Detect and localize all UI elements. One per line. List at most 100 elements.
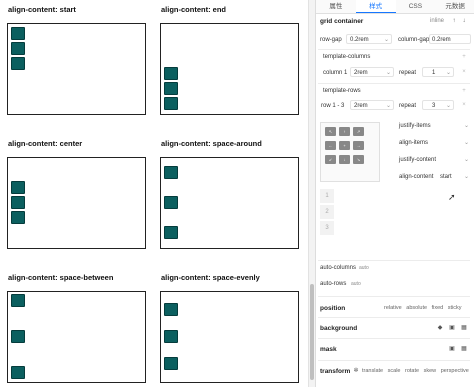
row-number: 1 xyxy=(320,189,334,203)
row-repeat-field[interactable]: 3 ⌄ xyxy=(422,100,454,110)
gradient-icon[interactable]: ▦ xyxy=(460,345,468,353)
fill-icon[interactable]: ◆ xyxy=(436,324,444,332)
align-cell[interactable]: ↖ xyxy=(325,127,336,136)
transform-perspective[interactable]: perspective xyxy=(441,368,469,374)
grid-container-title: grid container xyxy=(320,18,364,25)
position-sticky[interactable]: sticky xyxy=(448,305,462,311)
divider xyxy=(318,83,470,84)
chevron-down-icon: ⌄ xyxy=(445,70,451,76)
transform-translate[interactable]: translate xyxy=(362,368,383,374)
divider xyxy=(318,338,470,339)
grid-cell xyxy=(164,330,178,343)
arrow-up-icon[interactable]: ↑ xyxy=(450,17,458,25)
add-icon[interactable]: + xyxy=(460,87,468,95)
chevron-down-icon[interactable]: ⌄ xyxy=(464,139,469,146)
close-icon[interactable]: × xyxy=(460,101,468,109)
tab-style[interactable]: 样式 xyxy=(355,0,396,13)
position-fixed[interactable]: fixed xyxy=(432,305,444,311)
add-icon[interactable]: + xyxy=(460,53,468,61)
divider xyxy=(318,317,470,318)
align-items-label[interactable]: align-items xyxy=(399,140,428,146)
display-value[interactable]: inline xyxy=(430,18,444,24)
align-cell[interactable]: ↙ xyxy=(325,155,336,164)
justify-items-label[interactable]: justify-items xyxy=(399,123,431,129)
grid-cell xyxy=(11,196,25,209)
row-gap-field[interactable]: 0.2rem ⌄ xyxy=(346,34,392,44)
demo-title-space-between: align-content: space-between xyxy=(8,273,114,282)
grid-demo-center[interactable] xyxy=(7,157,146,249)
align-cell[interactable]: ↗ xyxy=(353,127,364,136)
divider xyxy=(318,296,470,297)
column-repeat-field[interactable]: 1 ⌄ xyxy=(422,67,454,77)
grid-cell xyxy=(164,67,178,80)
transform-skew[interactable]: skew xyxy=(424,368,437,374)
grid-cell xyxy=(164,357,178,370)
scrollbar-thumb[interactable] xyxy=(310,284,314,380)
grid-cell xyxy=(164,82,178,95)
column-1-label: column 1 xyxy=(323,70,348,76)
grid-cell xyxy=(11,211,25,224)
align-cell[interactable]: → xyxy=(353,141,364,150)
align-content-label: align-content xyxy=(399,174,434,180)
arrow-down-icon[interactable]: ↓ xyxy=(460,17,468,25)
grid-demo-space-between[interactable] xyxy=(7,291,146,383)
grid-cell xyxy=(11,366,25,379)
image-icon[interactable]: ▣ xyxy=(448,345,456,353)
chevron-down-icon[interactable]: ⌄ xyxy=(464,122,469,129)
chevron-down-icon[interactable]: ⌄ xyxy=(464,173,469,180)
divider xyxy=(318,260,470,261)
position-label: position xyxy=(320,305,346,312)
image-icon[interactable]: ▣ xyxy=(448,324,456,332)
auto-rows-value[interactable]: auto xyxy=(351,281,361,287)
chevron-down-icon[interactable]: ⌄ xyxy=(464,156,469,163)
grid-cell xyxy=(11,57,25,70)
chevron-down-icon: ⌄ xyxy=(383,37,389,43)
alignment-picker[interactable]: ↖ ↑ ↗ ← + → ↙ ↓ ↘ xyxy=(320,122,380,182)
align-cell[interactable]: ↑ xyxy=(339,127,350,136)
grid-cell xyxy=(164,226,178,239)
settings-icon[interactable]: ✲ xyxy=(352,367,360,375)
preview-canvas: align-content: start align-content: end … xyxy=(0,0,308,387)
tab-properties[interactable]: 属性 xyxy=(316,0,356,13)
tab-metadata[interactable]: 元数据 xyxy=(435,0,474,13)
position-options: relative absolute fixed sticky xyxy=(384,305,465,311)
column-gap-label: column-gap xyxy=(398,37,430,43)
column-repeat-value: 1 xyxy=(432,69,436,76)
auto-columns-label: auto-columns xyxy=(320,265,357,271)
position-absolute[interactable]: absolute xyxy=(406,305,427,311)
transform-rotate[interactable]: rotate xyxy=(405,368,419,374)
position-relative[interactable]: relative xyxy=(384,305,402,311)
grid-demo-end[interactable] xyxy=(160,23,299,115)
column-1-size-value: 2rem xyxy=(354,69,368,76)
gradient-icon[interactable]: ▦ xyxy=(460,324,468,332)
row-gap-value: 0.2rem xyxy=(350,36,369,43)
template-columns-title: template-columns xyxy=(323,54,371,60)
background-label: background xyxy=(320,325,358,332)
auto-columns-value[interactable]: auto xyxy=(359,265,369,271)
grid-demo-start[interactable] xyxy=(7,23,146,115)
grid-cell xyxy=(11,330,25,343)
row-size-field[interactable]: 2rem ⌄ xyxy=(350,100,394,110)
grid-demo-space-around[interactable] xyxy=(160,157,299,249)
align-cell[interactable]: ← xyxy=(325,141,336,150)
column-1-size-field[interactable]: 2rem ⌄ xyxy=(350,67,394,77)
close-icon[interactable]: × xyxy=(460,68,468,76)
transform-scale[interactable]: scale xyxy=(388,368,401,374)
transform-label: transform xyxy=(320,368,351,375)
align-cell[interactable]: ↘ xyxy=(353,155,364,164)
transform-options: translate scale rotate skew perspective xyxy=(362,368,472,374)
chevron-down-icon: ⌄ xyxy=(385,103,391,109)
grid-demo-space-evenly[interactable] xyxy=(160,291,299,383)
demo-title-end: align-content: end xyxy=(161,5,226,14)
justify-content-label[interactable]: justify-content xyxy=(399,157,436,163)
tab-css[interactable]: CSS xyxy=(396,0,436,13)
align-content-value[interactable]: start xyxy=(440,174,452,180)
auto-rows-label: auto-rows xyxy=(320,281,347,287)
align-cell[interactable]: ↓ xyxy=(339,155,350,164)
demo-title-center: align-content: center xyxy=(8,139,83,148)
align-cell[interactable]: + xyxy=(339,141,350,150)
demo-title-space-evenly: align-content: space-evenly xyxy=(161,273,260,282)
column-gap-field[interactable]: 0.2rem xyxy=(429,34,471,44)
row-size-value: 2rem xyxy=(354,102,368,109)
canvas-scrollbar[interactable] xyxy=(308,0,315,387)
